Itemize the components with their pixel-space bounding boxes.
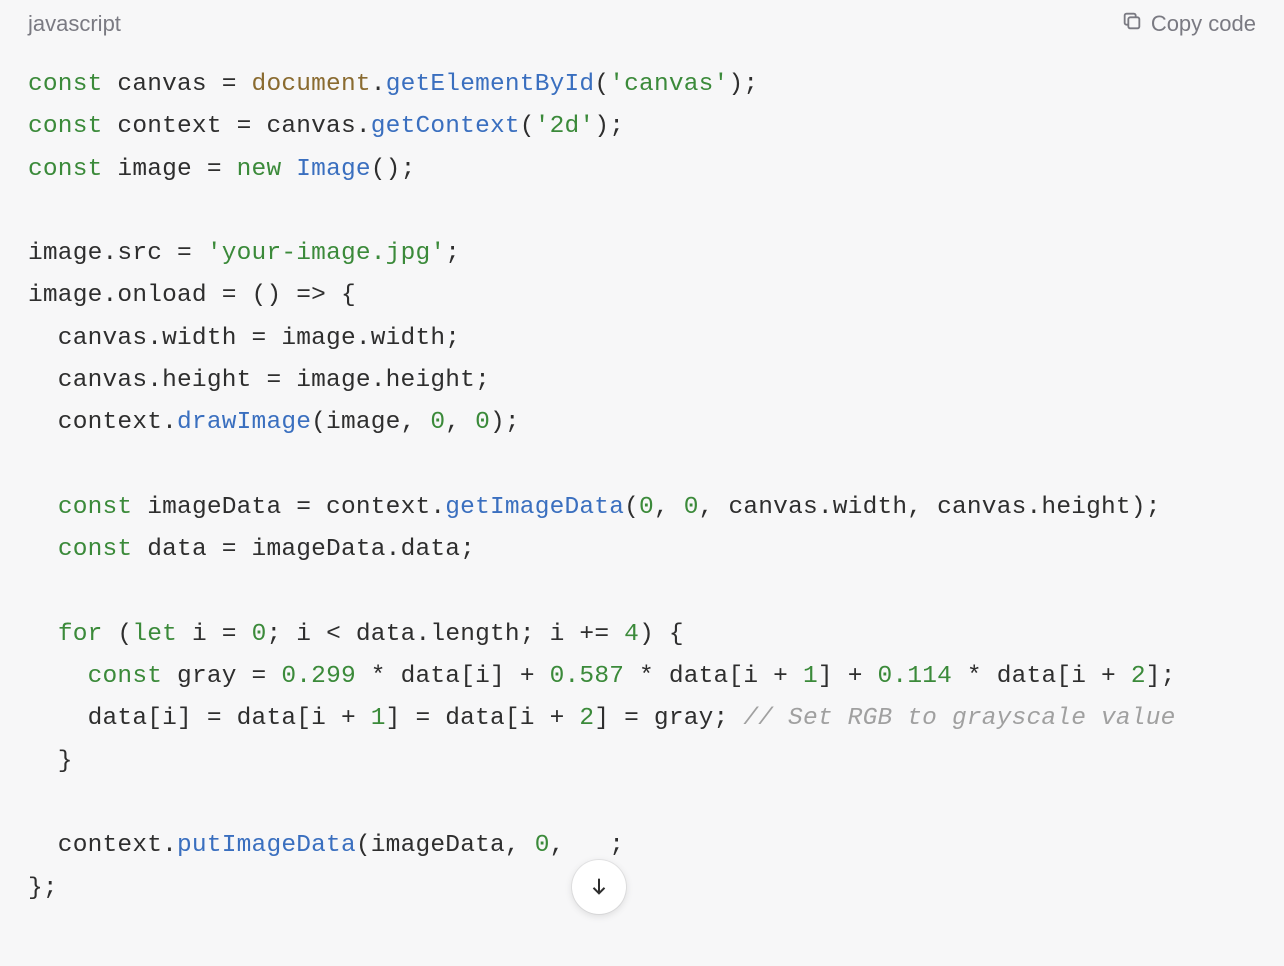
- arrow-down-icon: [588, 875, 610, 900]
- language-label: javascript: [28, 11, 121, 37]
- code-header: javascript Copy code: [0, 0, 1284, 44]
- copy-code-label: Copy code: [1151, 11, 1256, 37]
- code-content[interactable]: const canvas = document.getElementById('…: [0, 44, 1284, 910]
- copy-code-button[interactable]: Copy code: [1121, 10, 1256, 38]
- code-block: javascript Copy code const canvas = docu…: [0, 0, 1284, 966]
- copy-icon: [1121, 10, 1143, 38]
- scroll-down-button[interactable]: [572, 860, 626, 914]
